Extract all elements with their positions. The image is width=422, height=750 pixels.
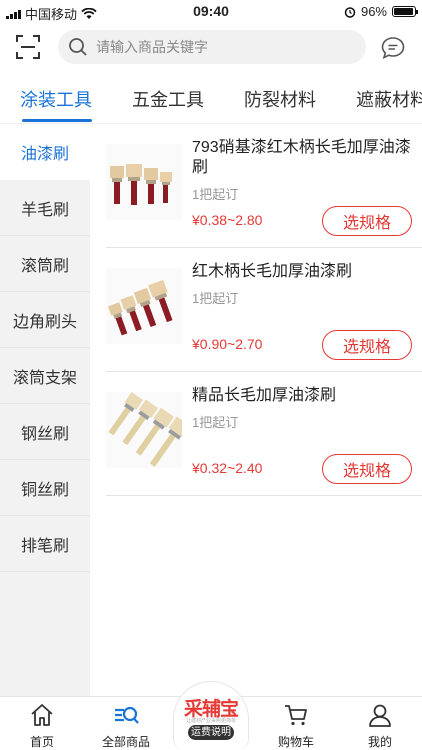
nav-cart-label: 购物车 [277, 735, 314, 749]
nav-cart[interactable]: 购物车 [254, 697, 338, 750]
product-name: 红木柄长毛加厚油漆刷 [192, 263, 353, 280]
sidebar-item-corner-brush-head[interactable]: 边角刷头 [0, 292, 90, 348]
scan-icon[interactable] [14, 33, 42, 61]
cart-icon [285, 705, 307, 726]
sidebar-item-copper-wire-brush[interactable]: 铜丝刷 [0, 460, 90, 516]
product-moq: 1把起订 [192, 415, 239, 430]
nav-home[interactable]: 首页 [0, 697, 84, 750]
product-price: ¥0.38~2.80 [192, 212, 263, 228]
home-icon [31, 704, 53, 726]
nav-home-label: 首页 [29, 735, 54, 749]
nav-mine[interactable]: 我的 [338, 697, 422, 750]
battery-icon [392, 6, 418, 17]
product-card[interactable]: 红木柄长毛加厚油漆刷 1把起订 ¥0.90~2.70 选规格 [106, 248, 422, 372]
search-bar[interactable] [58, 30, 366, 64]
product-card[interactable]: 精品长毛加厚油漆刷 1把起订 ¥0.32~2.40 选规格 [106, 372, 422, 496]
shipping-info-label: 运费说明 [188, 725, 234, 740]
brand-slogan: 让建材产业采购更简单 [185, 718, 236, 724]
alarm-icon [344, 6, 356, 18]
status-bar: 中国移动 09:40 96% [0, 0, 422, 24]
product-price: ¥0.32~2.40 [192, 460, 263, 476]
product-image [106, 268, 182, 344]
sidebar-item-roller-frame[interactable]: 滚筒支架 [0, 348, 90, 404]
user-icon [369, 704, 391, 727]
sidebar-item-steel-wire-brush[interactable]: 钢丝刷 [0, 404, 90, 460]
nav-all-products[interactable]: 全部商品 [84, 697, 168, 750]
sidebar-item-flat-brush[interactable]: 排笔刷 [0, 516, 90, 572]
product-moq: 1把起订 [192, 291, 239, 306]
search-input[interactable] [96, 39, 336, 55]
tab-painting-tools[interactable]: 涂装工具 [20, 86, 92, 112]
subcategory-sidebar: 油漆刷 羊毛刷 滚筒刷 边角刷头 滚筒支架 钢丝刷 铜丝刷 排笔刷 [0, 124, 90, 696]
search-icon [69, 38, 87, 56]
product-price: ¥0.90~2.70 [192, 336, 263, 352]
product-list: 793硝基漆红木柄长毛加厚油漆刷 1把起订 ¥0.38~2.80 选规格 红木柄… [90, 124, 422, 496]
select-spec-button[interactable]: 选规格 [322, 206, 412, 236]
all-products-icon [115, 706, 139, 724]
select-spec-button[interactable]: 选规格 [322, 454, 412, 484]
tab-anti-crack-materials[interactable]: 防裂材料 [244, 86, 316, 112]
product-card[interactable]: 793硝基漆红木柄长毛加厚油漆刷 1把起订 ¥0.38~2.80 选规格 [106, 124, 422, 248]
active-tab-indicator [22, 119, 92, 122]
search-header [0, 24, 422, 70]
nav-all-products-label: 全部商品 [101, 735, 150, 749]
battery-percent: 96% [360, 4, 387, 19]
product-image [106, 144, 182, 220]
tab-hardware-tools[interactable]: 五金工具 [132, 86, 204, 112]
sidebar-item-roller-brush[interactable]: 滚筒刷 [0, 236, 90, 292]
sidebar-item-wool-brush[interactable]: 羊毛刷 [0, 180, 90, 236]
product-name: 精品长毛加厚油漆刷 [192, 387, 337, 404]
category-tabs: 涂装工具 五金工具 防裂材料 遮蔽材料 [0, 72, 422, 124]
product-moq: 1把起订 [192, 187, 239, 202]
product-name: 793硝基漆红木柄长毛加厚油漆刷 [192, 139, 411, 176]
nav-mine-label: 我的 [367, 735, 392, 749]
sidebar-item-paint-brush[interactable]: 油漆刷 [0, 124, 90, 180]
tab-masking-materials[interactable]: 遮蔽材料 [356, 86, 422, 112]
product-image [106, 392, 182, 468]
message-icon[interactable] [380, 35, 406, 61]
select-spec-button[interactable]: 选规格 [322, 330, 412, 360]
bottom-nav: 首页 全部商品 采辅宝 让建材产业采购更简单 运费说明 购物车 我的 [0, 681, 422, 750]
brand-logo-button[interactable]: 采辅宝 让建材产业采购更简单 运费说明 [173, 681, 249, 749]
